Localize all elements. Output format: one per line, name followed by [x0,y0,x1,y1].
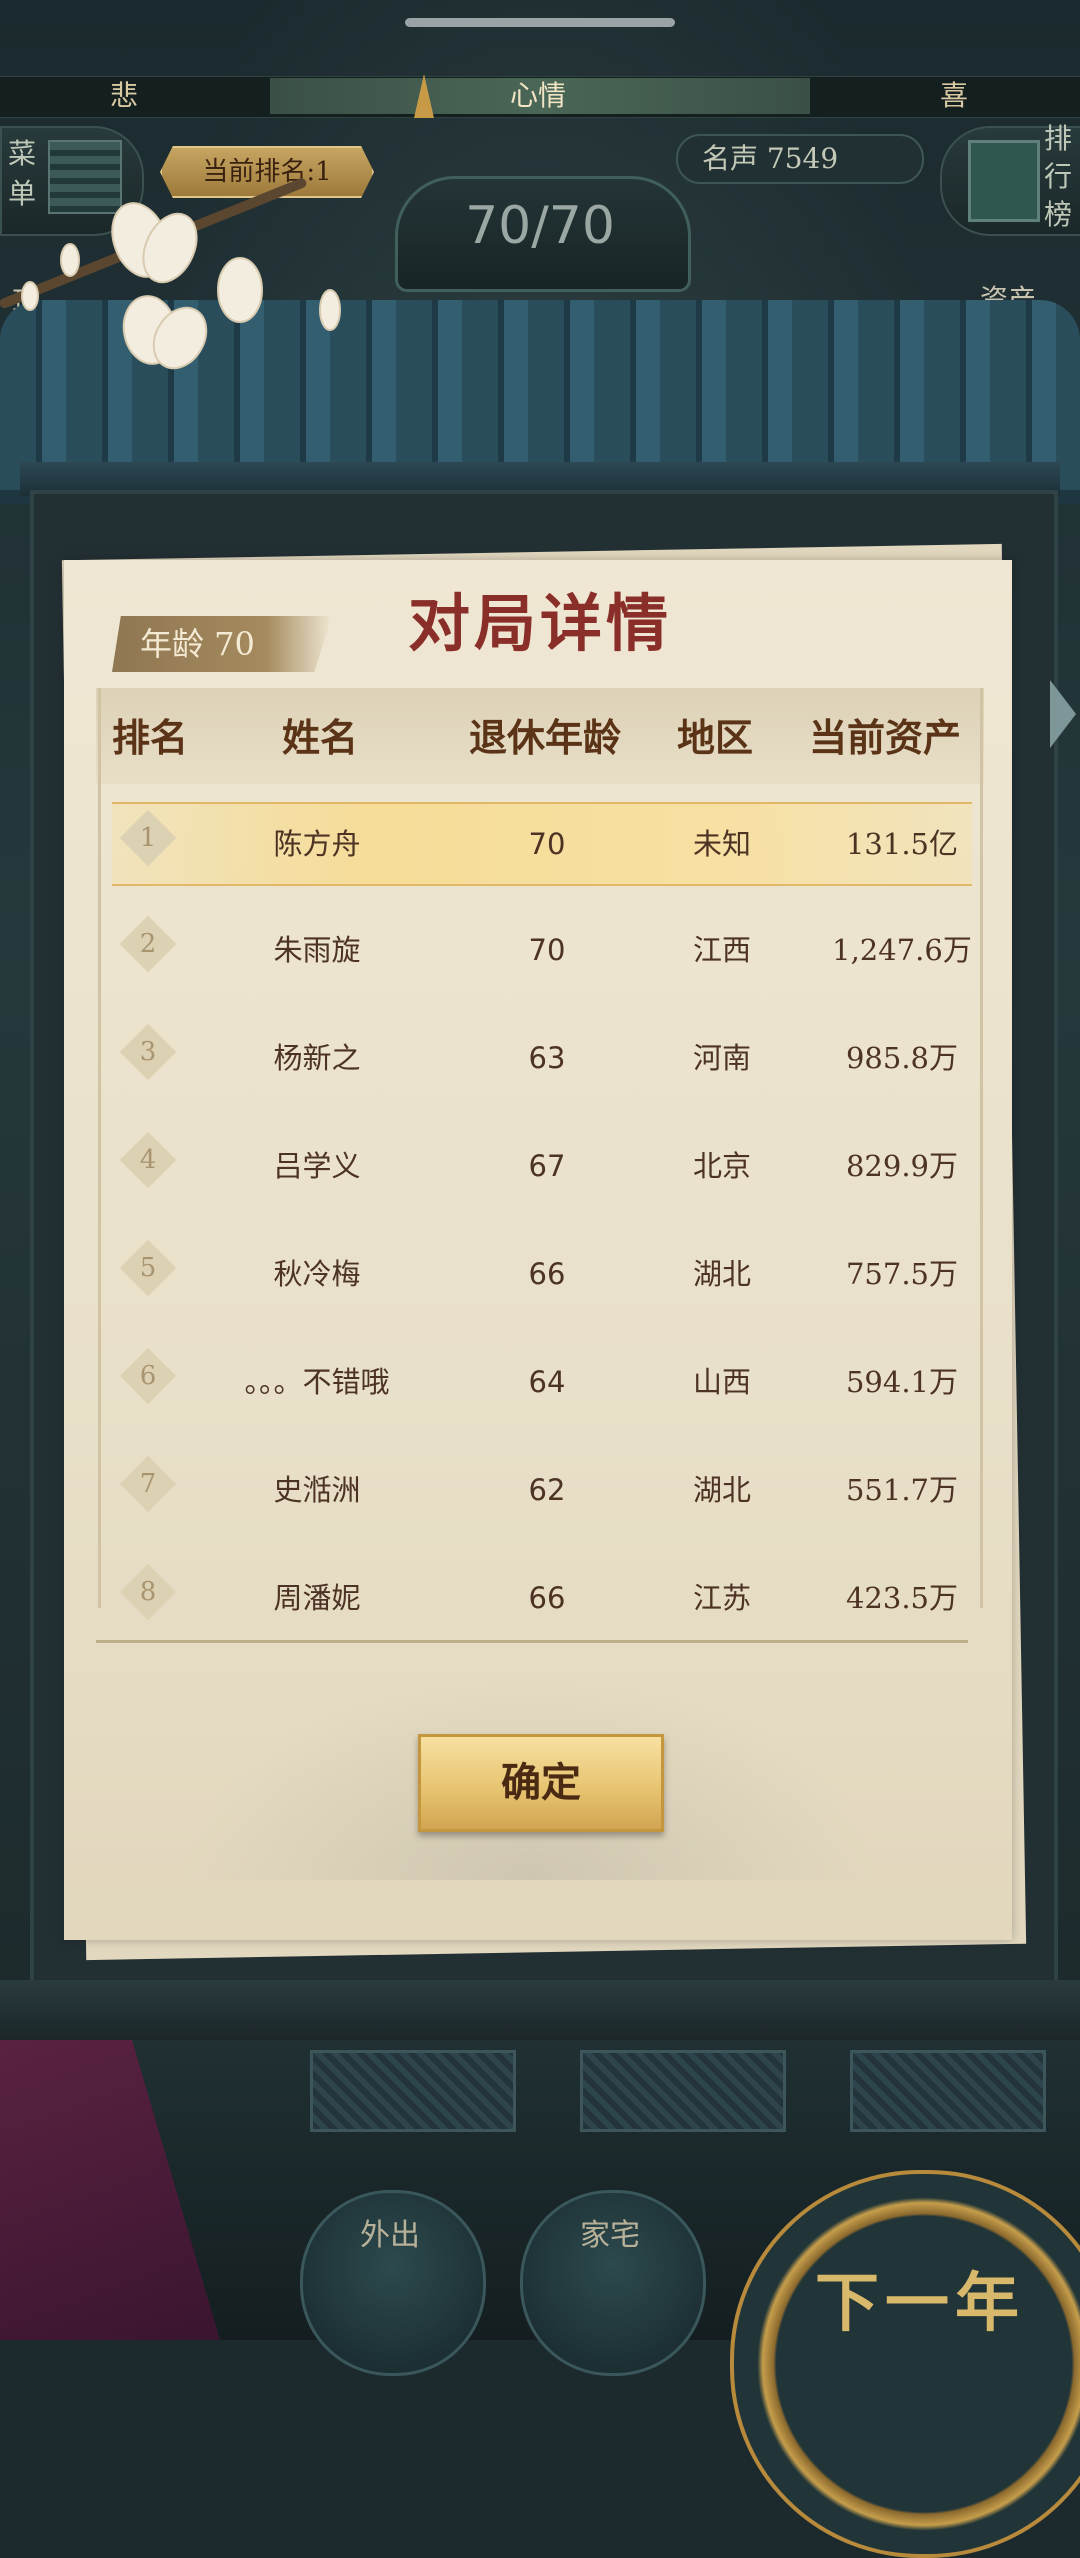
table-bottom-border [96,1640,968,1643]
row-region: 江苏 [692,1581,751,1615]
table-row[interactable]: 2 朱雨旋 70 江西 1,247.6万 [112,910,972,990]
table-row[interactable]: 1 陈方舟 70 未知 131.5亿 [112,802,972,886]
bottom-tab-1[interactable] [310,2050,516,2132]
magnolia-icon [21,202,341,370]
row-rank: 7 [139,1469,157,1499]
table-row[interactable]: 4 吕学义 67 北京 829.9万 [112,1126,972,1206]
header-rank: 排名 [111,715,188,760]
row-rank: 4 [139,1145,157,1175]
row-name: 吕学义 [273,1149,361,1183]
row-name: 周潘妮 [273,1581,361,1615]
row-retire-age: 67 [528,1149,566,1183]
header-assets: 当前资产 [808,715,961,760]
row-name: 史湉洲 [273,1473,361,1507]
header-region: 地区 [676,715,753,760]
next-year-button[interactable] [730,2170,1080,2558]
row-name: 杨新之 [273,1041,361,1075]
row-rank: 8 [139,1577,157,1607]
table-border-left [98,688,101,1608]
row-rank: 2 [139,929,157,959]
row-retire-age: 64 [528,1365,566,1399]
row-region: 未知 [692,827,751,861]
home-label: 家宅 [580,2218,640,2253]
row-rank: 6 [139,1361,157,1391]
board-base [0,1980,1080,2040]
table-row[interactable]: 8 周潘妮 66 江苏 423.5万 [112,1558,972,1638]
row-assets: 594.1万 [845,1365,959,1399]
row-region: 湖北 [692,1473,751,1507]
row-assets: 985.8万 [845,1041,959,1075]
mood-sad-label: 悲 [110,79,139,112]
row-retire-age: 66 [528,1581,566,1615]
dialog-title: 对局详情 [407,587,672,660]
row-assets: 551.7万 [845,1473,959,1507]
row-region: 河南 [692,1041,751,1075]
current-rank-badge: 当前排名:1 [160,146,374,198]
table-row[interactable]: 7 史湉洲 62 湖北 551.7万 [112,1450,972,1530]
row-assets: 757.5万 [845,1257,959,1291]
row-name: 。。。不错哦 [244,1365,390,1399]
header-retire-age: 退休年龄 [468,715,621,760]
row-name: 秋冷梅 [273,1257,361,1291]
row-retire-age: 66 [528,1257,566,1291]
age-tag: 年龄 70 [112,616,332,672]
row-assets: 1,247.6万 [832,933,972,967]
leaderboard-label: 排行榜 [1044,122,1073,231]
row-assets: 829.9万 [845,1149,959,1183]
next-year-label: 下一年 [815,2266,1025,2341]
row-region: 北京 [692,1149,751,1183]
row-name: 朱雨旋 [273,933,361,967]
table-row[interactable]: 5 秋冷梅 66 湖北 757.5万 [112,1234,972,1314]
row-rank: 1 [139,823,157,853]
row-region: 湖北 [692,1257,751,1291]
row-assets: 423.5万 [845,1581,959,1615]
row-rank: 3 [139,1037,157,1067]
mood-marker-icon [414,74,434,118]
row-retire-age: 70 [528,933,566,967]
row-rank: 5 [139,1253,157,1283]
row-retire-age: 70 [528,827,566,861]
bottom-tab-3[interactable] [850,2050,1046,2132]
row-name: 陈方舟 [273,827,361,861]
go-out-label: 外出 [360,2218,420,2253]
row-retire-age: 63 [528,1041,566,1075]
leaderboard-icon[interactable] [968,140,1040,222]
row-region: 江西 [692,933,751,967]
table-row[interactable]: 3 杨新之 63 河南 985.8万 [112,1018,972,1098]
confirm-button[interactable]: 确定 [418,1734,664,1832]
table-row[interactable]: 6 。。。不错哦 64 山西 594.1万 [112,1342,972,1422]
system-gesture-bar [405,18,675,27]
age-progress: 70/70 [465,196,615,256]
mood-happy-label: 喜 [940,79,969,112]
row-retire-age: 62 [528,1473,566,1507]
fame-display: 名声 7549 [676,134,924,184]
bottom-tab-2[interactable] [580,2050,786,2132]
row-assets: 131.5亿 [845,827,959,861]
mood-label: 心情 [510,79,567,112]
chevron-right-icon[interactable] [1050,680,1076,748]
row-region: 山西 [692,1365,751,1399]
header-name: 姓名 [281,715,358,760]
